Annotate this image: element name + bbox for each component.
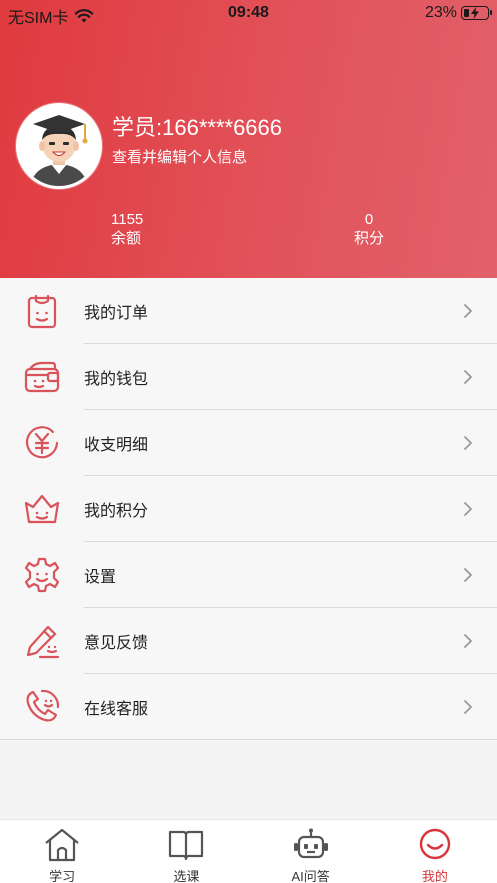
edit-profile-link[interactable]: 查看并编辑个人信息 bbox=[112, 146, 247, 167]
robot-icon bbox=[293, 828, 328, 859]
chevron-right-icon bbox=[464, 634, 473, 648]
chevron-right-icon bbox=[464, 436, 473, 450]
chevron-right-icon bbox=[464, 568, 473, 582]
menu-item-label: 意见反馈 bbox=[84, 635, 149, 652]
chevron-right-icon bbox=[464, 700, 473, 714]
menu-item-settings[interactable]: 设置 bbox=[0, 542, 497, 608]
menu-item-transactions[interactable]: 收支明细 bbox=[0, 410, 497, 476]
menu-item-label: 我的钱包 bbox=[84, 371, 149, 388]
smile-icon bbox=[419, 828, 451, 860]
tab-label: 选课 bbox=[173, 869, 200, 883]
yuan-icon bbox=[25, 426, 59, 459]
tab-ai-qa[interactable]: AI问答 bbox=[249, 820, 373, 883]
tab-label: 我的 bbox=[421, 869, 448, 883]
chevron-right-icon bbox=[464, 502, 473, 516]
avatar[interactable] bbox=[16, 103, 102, 189]
menu-item-label: 在线客服 bbox=[84, 701, 149, 718]
phone-icon bbox=[26, 689, 60, 722]
status-right: 23% bbox=[424, 4, 492, 22]
username: 学员:166****6666 bbox=[112, 115, 283, 140]
status-time: 09:48 bbox=[228, 4, 269, 21]
tab-study[interactable]: 学习 bbox=[0, 820, 124, 883]
chevron-right-icon bbox=[464, 304, 473, 318]
book-icon bbox=[169, 830, 204, 861]
menu-item-feedback[interactable]: 意见反馈 bbox=[0, 608, 497, 674]
balance-value: 1155 bbox=[111, 211, 144, 228]
balance-label: 余额 bbox=[111, 230, 142, 247]
order-icon bbox=[27, 294, 57, 329]
tab-mine[interactable]: 我的 bbox=[373, 820, 497, 883]
menu-item-customer-service[interactable]: 在线客服 bbox=[0, 674, 497, 740]
battery-percent: 23% bbox=[424, 4, 457, 21]
menu-item-label: 设置 bbox=[84, 569, 117, 586]
points-value: 0 bbox=[364, 211, 374, 228]
graduate-avatar-icon bbox=[31, 115, 88, 186]
battery-icon bbox=[461, 6, 492, 20]
gear-icon bbox=[24, 557, 60, 593]
points-label: 积分 bbox=[353, 230, 384, 247]
battery-fill bbox=[464, 9, 469, 17]
tab-label: AI问答 bbox=[291, 869, 330, 883]
points-stat[interactable]: 0 积分 bbox=[353, 210, 385, 248]
menu-item-label: 我的积分 bbox=[84, 503, 149, 520]
wallet-icon bbox=[24, 361, 60, 393]
menu-item-label: 收支明细 bbox=[84, 437, 149, 454]
house-icon bbox=[45, 828, 79, 862]
chevron-right-icon bbox=[464, 370, 473, 384]
tab-label: 学习 bbox=[49, 869, 76, 883]
menu-item-points[interactable]: 我的积分 bbox=[0, 476, 497, 542]
crown-icon bbox=[24, 494, 60, 524]
pencil-icon bbox=[26, 625, 60, 659]
menu-item-label: 我的订单 bbox=[84, 305, 149, 322]
profile-header: 无SIM卡 09:48 23% 学员:166****6666 查看并编辑个人信息… bbox=[0, 0, 497, 278]
menu-item-orders[interactable]: 我的订单 bbox=[0, 278, 497, 344]
status-bar: 无SIM卡 09:48 23% bbox=[0, 0, 497, 28]
menu-list: 我的订单 我的钱包 收支明细 我的积分 设置 意见反馈 在线客服 bbox=[0, 278, 497, 740]
balance-stat[interactable]: 1155 余额 bbox=[111, 210, 143, 248]
menu-item-wallet[interactable]: 我的钱包 bbox=[0, 344, 497, 410]
tab-bar: 学习 选课 AI问答 我的 bbox=[0, 819, 497, 883]
tab-courses[interactable]: 选课 bbox=[124, 820, 248, 883]
